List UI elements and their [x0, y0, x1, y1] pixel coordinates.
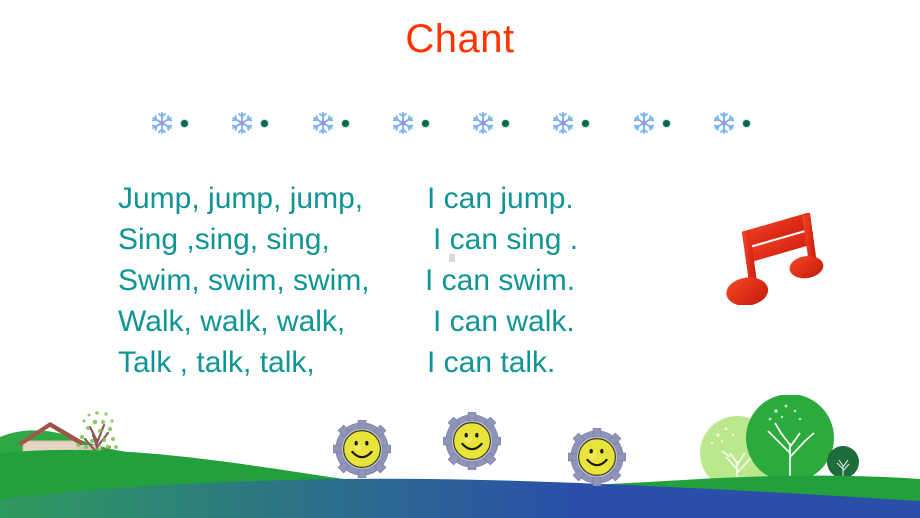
decoration-dot [181, 119, 188, 127]
smiley-gear-icon [333, 420, 391, 478]
snowflake-icon [392, 112, 414, 134]
slide-canvas: Chant Jump, jump, jump, I can jump. Sing… [0, 0, 920, 518]
snowflake-unit [391, 111, 429, 135]
lyric-action-phrase: Jump, jump, jump, [118, 182, 364, 215]
decoration-dot [261, 119, 269, 127]
snowflake-icon [472, 112, 494, 134]
lyric-line: Jump, jump, jump, I can jump. [118, 178, 658, 219]
snowflake-unit [712, 111, 750, 135]
lyric-line: Swim, swim, swim, I can swim. [118, 260, 658, 301]
text-caret-artifact [449, 254, 455, 262]
chant-lyrics-block: Jump, jump, jump, I can jump. Sing ,sing… [118, 178, 658, 383]
snowflake-icon [151, 112, 173, 134]
lyric-response-phrase: I can jump. [427, 182, 574, 215]
lyric-action-phrase: Sing ,sing, sing, [118, 223, 330, 256]
decoration-dot [502, 119, 510, 127]
lyric-line: Talk , talk, talk, I can talk. [118, 342, 658, 383]
smiley-gear-icon [443, 412, 501, 470]
snowflake-icon [312, 112, 333, 134]
snowflake-unit [471, 111, 510, 135]
lyric-line: Sing ,sing, sing, I can sing . [118, 219, 658, 260]
snowflake-unit [150, 111, 188, 135]
decoration-dot [421, 119, 429, 127]
snowflake-unit [311, 111, 349, 135]
snowflake-icon [633, 112, 654, 134]
snowflake-icon [713, 112, 735, 134]
lyric-response-phrase: I can swim. [425, 264, 576, 297]
page-title: Chant [405, 17, 515, 61]
snowflake-decoration-row [150, 103, 750, 143]
snowflake-unit [632, 111, 670, 135]
decoration-dot [341, 119, 349, 127]
smiley-gear-icon [568, 428, 626, 486]
music-note-icon [726, 213, 824, 305]
snowflake-unit [551, 111, 590, 135]
lyric-line: Walk, walk, walk, I can walk. [118, 301, 658, 342]
lyric-action-phrase: Walk, walk, walk, [118, 305, 346, 338]
lyric-response-phrase: I can talk. [427, 346, 556, 379]
snowflake-icon [553, 112, 574, 134]
decoration-dot [742, 119, 750, 127]
snowflake-unit [230, 111, 269, 135]
decoration-dot [582, 119, 590, 127]
lyric-response-phrase: I can walk. [433, 305, 575, 338]
snowflake-icon [232, 112, 253, 134]
lyric-action-phrase: Talk , talk, talk, [118, 346, 315, 379]
decoration-dot [662, 119, 670, 127]
lyric-action-phrase: Swim, swim, swim, [118, 264, 370, 297]
